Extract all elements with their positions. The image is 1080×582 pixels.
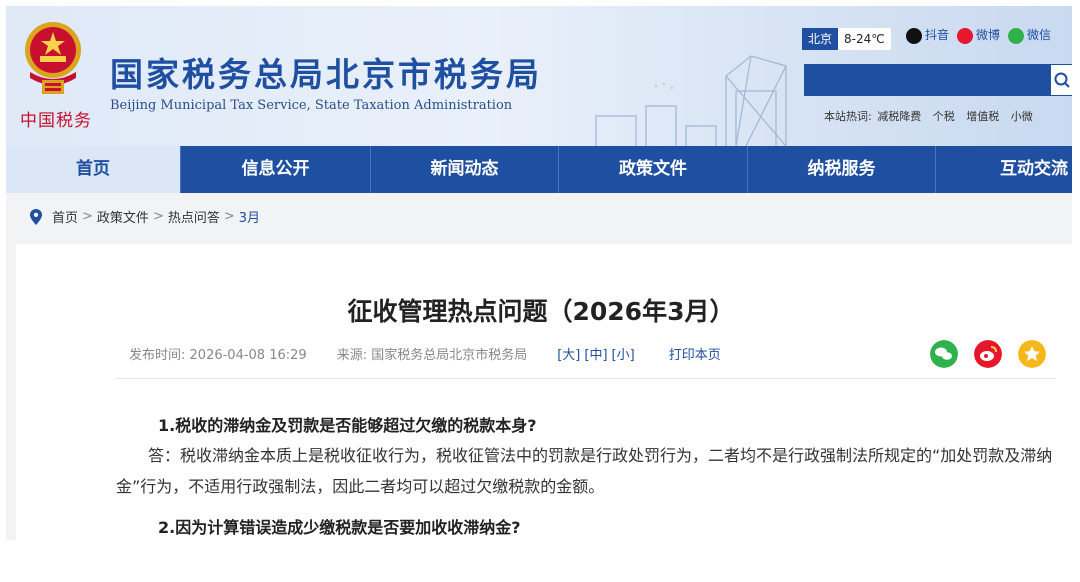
- nav-item-policy[interactable]: 政策文件: [559, 146, 748, 193]
- national-emblem-icon: [25, 22, 81, 94]
- meta-divider: [116, 378, 1056, 379]
- weibo-label: 微博: [976, 28, 1001, 42]
- weather-city: 北京: [802, 28, 839, 50]
- douyin-link[interactable]: 抖音: [906, 26, 949, 44]
- search-icon: [1054, 72, 1070, 88]
- main-nav: 首页 信息公开 新闻动态 政策文件 纳税服务 互动交流: [6, 146, 1072, 193]
- douyin-icon: [906, 27, 922, 44]
- weather-widget: 北京 8-24℃: [802, 28, 891, 50]
- breadcrumb-qa[interactable]: 热点问答: [168, 207, 220, 226]
- hot-terms: 本站热词: 减税降费 个税 增值税 小微: [824, 108, 1041, 124]
- answer-1: 答：税收滞纳金本质上是税收征收行为，税收征管法中的罚款是行政处罚行为，二者均不是…: [116, 446, 1053, 496]
- font-size-large[interactable]: [大]: [557, 344, 580, 363]
- site-title[interactable]: 国家税务总局北京市税务局: [110, 48, 542, 96]
- source-label: 来源:: [336, 348, 368, 363]
- logo-text: 中国税务: [20, 111, 92, 131]
- weibo-icon: [957, 27, 974, 44]
- breadcrumb-home[interactable]: 首页: [52, 207, 78, 226]
- publish-date-value: 2026-04-08 16:29: [189, 348, 307, 363]
- breadcrumb-separator: >: [223, 209, 235, 224]
- hot-term[interactable]: 增值税: [966, 110, 999, 123]
- social-links: 抖音 微博 微信: [906, 26, 1051, 44]
- location-pin-icon: [30, 208, 42, 225]
- hot-term[interactable]: 减税降费: [877, 110, 921, 123]
- weather-temp: 8-24℃: [838, 28, 891, 50]
- breadcrumb-separator: >: [82, 209, 93, 224]
- publish-date: 发布时间: 2026-04-08 16:29: [129, 344, 307, 363]
- article: 征收管理热点问题（2026年3月） 发布时间: 2026-04-08 16:29…: [16, 244, 1072, 540]
- wechat-icon: [1008, 27, 1025, 44]
- search-input[interactable]: [805, 65, 1049, 95]
- search-box: [804, 64, 1056, 96]
- wechat-icon[interactable]: [930, 340, 958, 368]
- source-value: 国家税务总局北京市税务局: [371, 348, 528, 363]
- search-button[interactable]: [1050, 64, 1072, 96]
- hot-term[interactable]: 小微: [1011, 110, 1033, 123]
- nav-item-tax-service[interactable]: 纳税服务: [748, 146, 936, 193]
- font-size-small[interactable]: [小]: [612, 344, 635, 363]
- douyin-label: 抖音: [925, 28, 950, 42]
- nav-item-info-disclosure[interactable]: 信息公开: [181, 146, 371, 193]
- wechat-label: 微信: [1027, 28, 1052, 42]
- breadcrumb-current[interactable]: 3月: [239, 207, 260, 226]
- wechat-link[interactable]: 微信: [1008, 26, 1051, 44]
- print-link[interactable]: 打印本页: [669, 344, 721, 363]
- nav-item-interaction[interactable]: 互动交流: [936, 146, 1072, 193]
- article-meta: 发布时间: 2026-04-08 16:29 来源: 国家税务总局北京市税务局 …: [129, 344, 721, 363]
- page: 中国税务 国家税务总局北京市税务局 Beijing Municipal Tax …: [6, 6, 1072, 540]
- source: 来源: 国家税务总局北京市税务局: [337, 344, 528, 363]
- skyline-illustration-icon: [595, 55, 787, 146]
- font-size-medium[interactable]: [中]: [584, 344, 607, 363]
- breadcrumb-separator: >: [152, 209, 164, 224]
- weibo-link[interactable]: 微博: [957, 26, 1000, 44]
- weibo-icon[interactable]: [974, 340, 1002, 368]
- hot-term[interactable]: 个税: [933, 110, 955, 123]
- article-title: 征收管理热点问题（2026年3月）: [347, 297, 735, 326]
- site-subtitle: Beijing Municipal Tax Service, State Tax…: [110, 98, 513, 113]
- header: 中国税务 国家税务总局北京市税务局 Beijing Municipal Tax …: [6, 6, 1072, 146]
- nav-item-home[interactable]: 首页: [6, 146, 181, 193]
- star-icon[interactable]: [1018, 340, 1046, 368]
- breadcrumb-policy[interactable]: 政策文件: [97, 207, 149, 226]
- breadcrumb: 首页 > 政策文件 > 热点问答 > 3月: [30, 207, 260, 226]
- nav-item-news[interactable]: 新闻动态: [371, 146, 559, 193]
- hot-terms-label: 本站热词:: [824, 110, 872, 123]
- question-2: 2.因为计算错误造成少缴税款是否要加收收滞纳金?: [158, 518, 521, 537]
- question-1: 1.税收的滞纳金及罚款是否能够超过欠缴的税款本身?: [158, 416, 537, 435]
- publish-date-label: 发布时间:: [129, 348, 186, 363]
